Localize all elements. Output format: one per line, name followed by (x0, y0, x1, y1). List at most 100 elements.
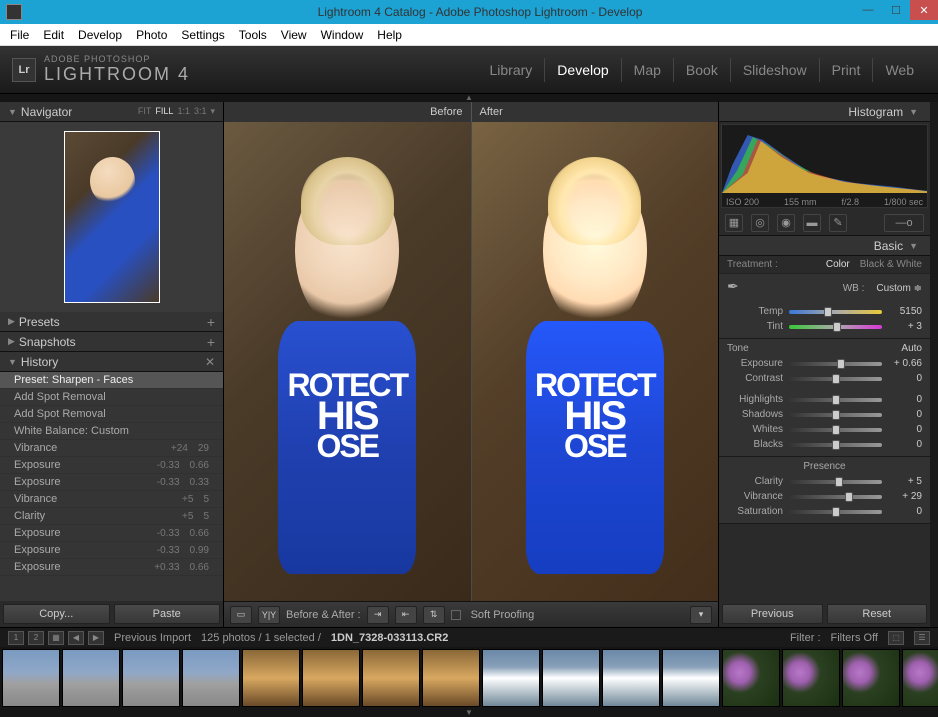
slider-exposure[interactable]: Exposure+ 0.66 (719, 356, 930, 371)
filmstrip-thumb[interactable] (182, 649, 240, 707)
menu-photo[interactable]: Photo (130, 26, 173, 44)
main-window-icon[interactable]: 1 (8, 631, 24, 645)
filter-switch-icon[interactable]: ☰ (914, 631, 930, 645)
crop-tool-icon[interactable]: ▦ (725, 214, 743, 232)
treatment-bw[interactable]: Black & White (860, 259, 922, 270)
filmstrip-thumb[interactable] (62, 649, 120, 707)
nav-3to1[interactable]: 3:1 (194, 106, 207, 117)
slider-tint[interactable]: Tint+ 3 (719, 319, 930, 334)
snapshots-header[interactable]: ▶ Snapshots + (0, 332, 223, 352)
basic-header[interactable]: Basic ▼ (719, 236, 930, 256)
loupe-view-icon[interactable]: ▭ (230, 606, 252, 624)
image-view[interactable]: ROTECTHISOSE ROTECTHISOSE (224, 122, 718, 601)
filmstrip-thumb[interactable] (122, 649, 180, 707)
add-snapshot-icon[interactable]: + (207, 334, 215, 350)
menu-tools[interactable]: Tools (233, 26, 273, 44)
module-web[interactable]: Web (872, 58, 926, 82)
toolbar-menu-icon[interactable]: ▾ (690, 606, 712, 624)
clear-history-icon[interactable]: ✕ (205, 355, 215, 369)
nav-zoom-dropdown-icon[interactable]: ▾ (210, 106, 215, 117)
history-item[interactable]: Preset: Sharpen - Faces (0, 372, 223, 389)
history-item[interactable]: Exposure+0.330.66 (0, 559, 223, 576)
module-library[interactable]: Library (478, 58, 545, 82)
paste-button[interactable]: Paste (114, 604, 221, 624)
module-print[interactable]: Print (819, 58, 873, 82)
redeye-tool-icon[interactable]: ◉ (777, 214, 795, 232)
second-window-icon[interactable]: 2 (28, 631, 44, 645)
menu-edit[interactable]: Edit (37, 26, 70, 44)
filmstrip-thumb[interactable] (422, 649, 480, 707)
slider-clarity[interactable]: Clarity+ 5 (719, 474, 930, 489)
history-item[interactable]: Vibrance+55 (0, 491, 223, 508)
module-develop[interactable]: Develop (544, 58, 620, 82)
filmstrip-thumb[interactable] (2, 649, 60, 707)
before-after-view-icon[interactable]: Y|Y (258, 606, 280, 624)
filmstrip-thumb[interactable] (482, 649, 540, 707)
filter-dropdown[interactable]: Filters Off (831, 632, 878, 644)
module-slideshow[interactable]: Slideshow (730, 58, 819, 82)
menu-view[interactable]: View (275, 26, 313, 44)
eyedropper-icon[interactable]: ✒ (727, 278, 747, 298)
filmstrip-thumb[interactable] (782, 649, 840, 707)
history-item[interactable]: Exposure-0.330.33 (0, 474, 223, 491)
back-icon[interactable]: ◀ (68, 631, 84, 645)
grid-icon[interactable]: ▦ (48, 631, 64, 645)
filmstrip-thumb[interactable] (902, 649, 938, 707)
filmstrip-thumb[interactable] (542, 649, 600, 707)
slider-contrast[interactable]: Contrast0 (719, 371, 930, 386)
wb-dropdown[interactable]: Custom ≑ (876, 283, 922, 294)
previous-button[interactable]: Previous (722, 604, 823, 624)
forward-icon[interactable]: ▶ (88, 631, 104, 645)
filmstrip-thumb[interactable] (242, 649, 300, 707)
copy-button[interactable]: Copy... (3, 604, 110, 624)
history-header[interactable]: ▼ History ✕ (0, 352, 223, 372)
menu-help[interactable]: Help (371, 26, 408, 44)
brush-tool-icon[interactable]: ✎ (829, 214, 847, 232)
presets-header[interactable]: ▶ Presets + (0, 312, 223, 332)
slider-blacks[interactable]: Blacks0 (719, 437, 930, 452)
spot-tool-icon[interactable]: ◎ (751, 214, 769, 232)
gradient-tool-icon[interactable]: ▬ (803, 214, 821, 232)
treatment-color[interactable]: Color (826, 259, 850, 270)
nav-fill[interactable]: FILL (155, 106, 173, 117)
tool-toggle-icon[interactable]: —o (884, 214, 924, 232)
swap-right-icon[interactable]: ⇥ (367, 606, 389, 624)
filmstrip-thumb[interactable] (662, 649, 720, 707)
navigator-header[interactable]: ▼ Navigator FIT FILL 1:1 3:1 ▾ (0, 102, 223, 122)
menu-settings[interactable]: Settings (175, 26, 230, 44)
history-item[interactable]: White Balance: Custom (0, 423, 223, 440)
navigator-preview[interactable] (0, 122, 223, 312)
histogram-header[interactable]: Histogram ▼ (719, 102, 930, 122)
filmstrip-thumb[interactable] (842, 649, 900, 707)
histogram[interactable]: ISO 200 155 mm f/2.8 1/800 sec (721, 124, 928, 208)
history-item[interactable]: Exposure-0.330.66 (0, 525, 223, 542)
module-map[interactable]: Map (621, 58, 673, 82)
slider-highlights[interactable]: Highlights0 (719, 392, 930, 407)
soft-proofing-checkbox[interactable] (451, 610, 461, 620)
source-label[interactable]: Previous Import (114, 632, 191, 644)
swap-both-icon[interactable]: ⇅ (423, 606, 445, 624)
filmstrip-thumb[interactable] (362, 649, 420, 707)
nav-fit[interactable]: FIT (138, 106, 152, 117)
history-item[interactable]: Add Spot Removal (0, 406, 223, 423)
auto-tone-button[interactable]: Auto (901, 343, 922, 354)
collapse-top-icon[interactable]: ▲ (0, 94, 938, 102)
slider-whites[interactable]: Whites0 (719, 422, 930, 437)
slider-shadows[interactable]: Shadows0 (719, 407, 930, 422)
reset-button[interactable]: Reset (827, 604, 928, 624)
history-item[interactable]: Exposure-0.330.99 (0, 542, 223, 559)
history-item[interactable]: Vibrance+2429 (0, 440, 223, 457)
right-scrollbar[interactable] (930, 102, 938, 627)
slider-temp[interactable]: Temp5150 (719, 304, 930, 319)
minimize-button[interactable]: — (854, 0, 882, 20)
filmstrip[interactable] (0, 647, 938, 709)
collapse-bottom-icon[interactable]: ▼ (0, 709, 938, 717)
menu-file[interactable]: File (4, 26, 35, 44)
menu-window[interactable]: Window (315, 26, 370, 44)
history-item[interactable]: Clarity+55 (0, 508, 223, 525)
filmstrip-thumb[interactable] (602, 649, 660, 707)
slider-vibrance[interactable]: Vibrance+ 29 (719, 489, 930, 504)
add-preset-icon[interactable]: + (207, 314, 215, 330)
filmstrip-thumb[interactable] (302, 649, 360, 707)
close-button[interactable]: ✕ (910, 0, 938, 20)
